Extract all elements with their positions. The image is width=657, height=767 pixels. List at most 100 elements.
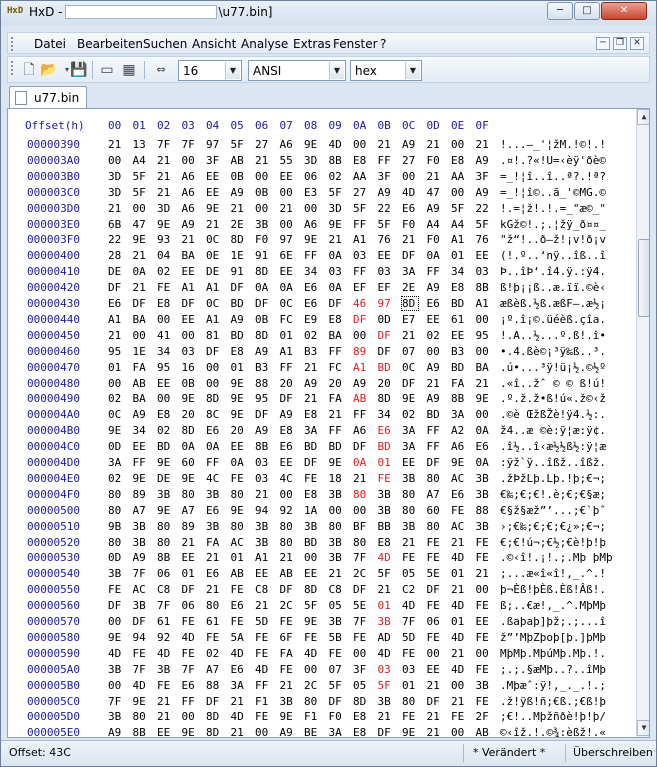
hex-byte[interactable]: 9E bbox=[108, 631, 124, 644]
hex-byte[interactable]: E7 bbox=[402, 313, 418, 326]
hex-byte[interactable]: E6 bbox=[280, 440, 296, 453]
ascii-text[interactable]: .ú•...³ÿ!ü¡½.©½º bbox=[500, 361, 606, 374]
hex-byte[interactable]: 61 bbox=[206, 615, 222, 628]
hex-row[interactable]: 00000540 3B 7F 06 01 E6 AB EE AB EE 21 2C 5F 05 5E 01 21… bbox=[8, 567, 628, 583]
hex-byte[interactable]: F0 bbox=[427, 154, 443, 167]
hex-byte[interactable]: 01 bbox=[378, 456, 394, 469]
hex-byte[interactable]: 00 bbox=[108, 615, 124, 628]
hex-byte[interactable]: 4D bbox=[451, 551, 467, 564]
hex-byte[interactable]: F0 bbox=[427, 233, 443, 246]
hex-byte[interactable]: 02 bbox=[427, 329, 443, 342]
hex-byte[interactable]: 20 bbox=[329, 377, 345, 390]
hex-byte[interactable]: 21 bbox=[157, 710, 173, 723]
hex-row[interactable]: 00000440 A1 BA 00 EE A1 A9 0B FC E9 E8 DF 0D E7 EE 61 00… bbox=[8, 313, 628, 329]
hex-row[interactable]: 00000410 DE 0A 02 EE DE 91 8D EE 34 03 FF 03 3A FF 34 03… bbox=[8, 265, 628, 281]
hex-byte[interactable]: 01 bbox=[378, 599, 394, 612]
hex-byte[interactable]: AC bbox=[451, 472, 467, 485]
hex-byte[interactable]: 21 bbox=[108, 202, 124, 215]
hex-byte[interactable]: B3 bbox=[304, 345, 320, 358]
hex-byte[interactable]: 81 bbox=[206, 329, 222, 342]
hex-byte[interactable]: BD bbox=[451, 297, 467, 310]
hex-byte[interactable]: 22 bbox=[108, 233, 124, 246]
hex-byte[interactable]: 21 bbox=[427, 679, 443, 692]
hex-byte[interactable]: EE bbox=[476, 615, 492, 628]
chevron-down-icon[interactable]: ▼ bbox=[329, 62, 344, 79]
hex-byte[interactable]: 3A bbox=[402, 424, 418, 437]
hex-byte[interactable]: 01 bbox=[402, 679, 418, 692]
ascii-text[interactable]: .ßaþaþ]þž;.;...î bbox=[500, 615, 606, 628]
hex-byte[interactable]: 0D bbox=[108, 551, 124, 564]
hex-byte[interactable]: 00 bbox=[451, 138, 467, 151]
hex-row[interactable]: 000004D0 3A FF 9E 60 FF 0A 03 EE DF 9E 0A 01 EE DF 9E 0A… bbox=[8, 456, 628, 472]
hex-byte[interactable]: BF bbox=[353, 520, 369, 533]
hex-byte[interactable]: EE bbox=[206, 170, 222, 183]
scroll-up-icon[interactable]: ▲ bbox=[637, 109, 649, 125]
menu-help[interactable]: ? bbox=[380, 37, 386, 51]
hex-byte[interactable]: BA bbox=[476, 361, 492, 374]
hex-byte[interactable]: FE bbox=[304, 472, 320, 485]
ascii-text[interactable]: !...—_'¦žM.!©!.! bbox=[500, 138, 606, 151]
hex-byte[interactable]: DF bbox=[255, 297, 271, 310]
hex-byte[interactable]: 9E bbox=[329, 218, 345, 231]
hex-byte[interactable]: 00 bbox=[476, 408, 492, 421]
hex-byte[interactable]: E6 bbox=[182, 679, 198, 692]
hex-byte[interactable]: FE bbox=[108, 583, 124, 596]
hex-byte[interactable]: A6 bbox=[182, 186, 198, 199]
hex-byte[interactable]: 3B bbox=[255, 536, 271, 549]
hex-byte[interactable]: 9E bbox=[280, 710, 296, 723]
hex-byte[interactable]: DF bbox=[133, 615, 149, 628]
hex-byte[interactable]: E8 bbox=[304, 408, 320, 421]
hex-byte[interactable]: E8 bbox=[353, 726, 369, 737]
hex-byte[interactable]: C2 bbox=[402, 583, 418, 596]
hex-byte[interactable]: BD bbox=[378, 361, 394, 374]
hex-byte[interactable]: A7 bbox=[427, 488, 443, 501]
open-folder-icon[interactable]: 📂 bbox=[40, 61, 58, 79]
hex-byte[interactable]: 3B bbox=[476, 520, 492, 533]
hex-byte[interactable]: 8D bbox=[206, 392, 222, 405]
hex-byte[interactable]: 9E bbox=[133, 472, 149, 485]
hex-byte[interactable]: 0A bbox=[427, 249, 443, 262]
hex-byte[interactable]: 5F bbox=[353, 202, 369, 215]
hex-byte[interactable]: 80 bbox=[427, 472, 443, 485]
hex-byte[interactable]: 80 bbox=[353, 488, 369, 501]
hex-byte[interactable]: EE bbox=[451, 329, 467, 342]
ascii-text[interactable]: .¤!.?«!U=‹èÿ'ðè© bbox=[500, 154, 606, 167]
hex-byte[interactable]: 80 bbox=[304, 695, 320, 708]
hex-byte[interactable]: 05 bbox=[329, 599, 345, 612]
hex-byte[interactable]: A9 bbox=[427, 392, 443, 405]
hex-byte[interactable]: EE bbox=[182, 265, 198, 278]
hex-byte[interactable]: 00 bbox=[353, 504, 369, 517]
hex-byte[interactable]: 03 bbox=[353, 249, 369, 262]
hex-byte[interactable]: EF bbox=[378, 281, 394, 294]
hex-byte[interactable]: A9 bbox=[427, 281, 443, 294]
hex-byte[interactable]: 5E bbox=[427, 567, 443, 580]
hex-byte[interactable]: 00 bbox=[206, 377, 222, 390]
hex-byte[interactable]: 3B bbox=[476, 472, 492, 485]
hex-byte[interactable]: 8D bbox=[353, 695, 369, 708]
hex-row[interactable]: 000003A0 00 A4 21 00 3F AB 21 55 3D 8B E8 FF 27 F0 E8 A9… bbox=[8, 154, 628, 170]
hex-byte[interactable]: 9E bbox=[182, 472, 198, 485]
mdi-close-icon[interactable]: ✕ bbox=[630, 37, 644, 50]
hex-byte[interactable]: 21 bbox=[451, 695, 467, 708]
hex-byte[interactable]: FE bbox=[427, 631, 443, 644]
hex-byte[interactable]: 3D bbox=[329, 202, 345, 215]
hex-byte[interactable]: 21 bbox=[182, 536, 198, 549]
hex-byte[interactable]: 1A bbox=[304, 504, 320, 517]
hex-byte[interactable]: 4D bbox=[378, 551, 394, 564]
hex-byte[interactable]: 21 bbox=[280, 202, 296, 215]
hex-byte[interactable]: FF bbox=[427, 440, 443, 453]
ascii-text[interactable]: Þ..îÞ‘.î4.ÿ.:ÿ4. bbox=[500, 265, 606, 278]
hex-byte[interactable]: 01 bbox=[108, 361, 124, 374]
hex-byte[interactable]: 80 bbox=[108, 488, 124, 501]
hex-byte[interactable]: 00 bbox=[476, 583, 492, 596]
hex-row[interactable]: 000004F0 80 89 3B 80 3B 80 21 00 E8 3B 80 3B 80 A7 E6 3B… bbox=[8, 488, 628, 504]
hex-byte[interactable]: 02 bbox=[108, 472, 124, 485]
hex-row[interactable]: 000003C0 3D 5F 21 A6 EE A9 0B 00 E3 5F 27 A9 4D 47 00 A9… bbox=[8, 186, 628, 202]
ascii-text[interactable]: ¡º.î¡©.üéèß.çîa. bbox=[500, 313, 606, 326]
hex-byte[interactable]: 9E bbox=[157, 504, 173, 517]
hex-byte[interactable]: A9 bbox=[378, 186, 394, 199]
hex-byte[interactable]: FF bbox=[353, 408, 369, 421]
hex-byte[interactable]: FF bbox=[353, 218, 369, 231]
hex-byte[interactable]: DF bbox=[133, 297, 149, 310]
hex-byte[interactable]: E6 bbox=[476, 440, 492, 453]
